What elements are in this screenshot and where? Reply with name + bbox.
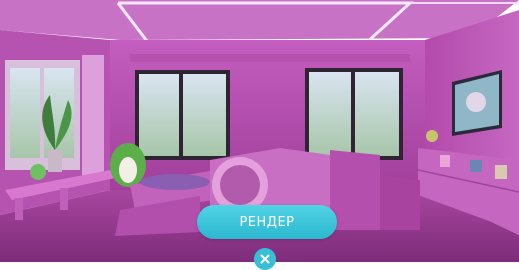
soft-block bbox=[330, 150, 380, 230]
ball-pit-balls bbox=[140, 174, 210, 190]
window-pane bbox=[139, 74, 179, 156]
window-pane bbox=[183, 74, 226, 156]
soffit bbox=[130, 54, 410, 62]
play-tunnel-hole bbox=[220, 165, 260, 205]
left-window-pane bbox=[10, 68, 40, 158]
render-button[interactable]: РЕНДЕР bbox=[197, 205, 337, 239]
shelf-books bbox=[495, 165, 507, 179]
tv-character bbox=[466, 92, 486, 112]
ceiling bbox=[0, 0, 519, 40]
bench-leg bbox=[15, 198, 23, 220]
plant-pot bbox=[48, 150, 62, 172]
close-icon bbox=[260, 254, 270, 264]
toy-dinosaur-small bbox=[30, 164, 46, 180]
bench-leg bbox=[60, 188, 68, 210]
window-pane bbox=[309, 72, 351, 156]
shelf-books bbox=[440, 155, 450, 167]
soft-block bbox=[380, 175, 420, 230]
render-button-label: РЕНДЕР bbox=[239, 214, 295, 230]
shelf-books bbox=[470, 160, 482, 172]
toy-dinosaur-belly bbox=[119, 157, 137, 183]
close-button[interactable] bbox=[254, 248, 276, 270]
window-pane bbox=[355, 72, 399, 156]
toy-figure bbox=[426, 130, 438, 142]
curtain bbox=[82, 55, 104, 175]
